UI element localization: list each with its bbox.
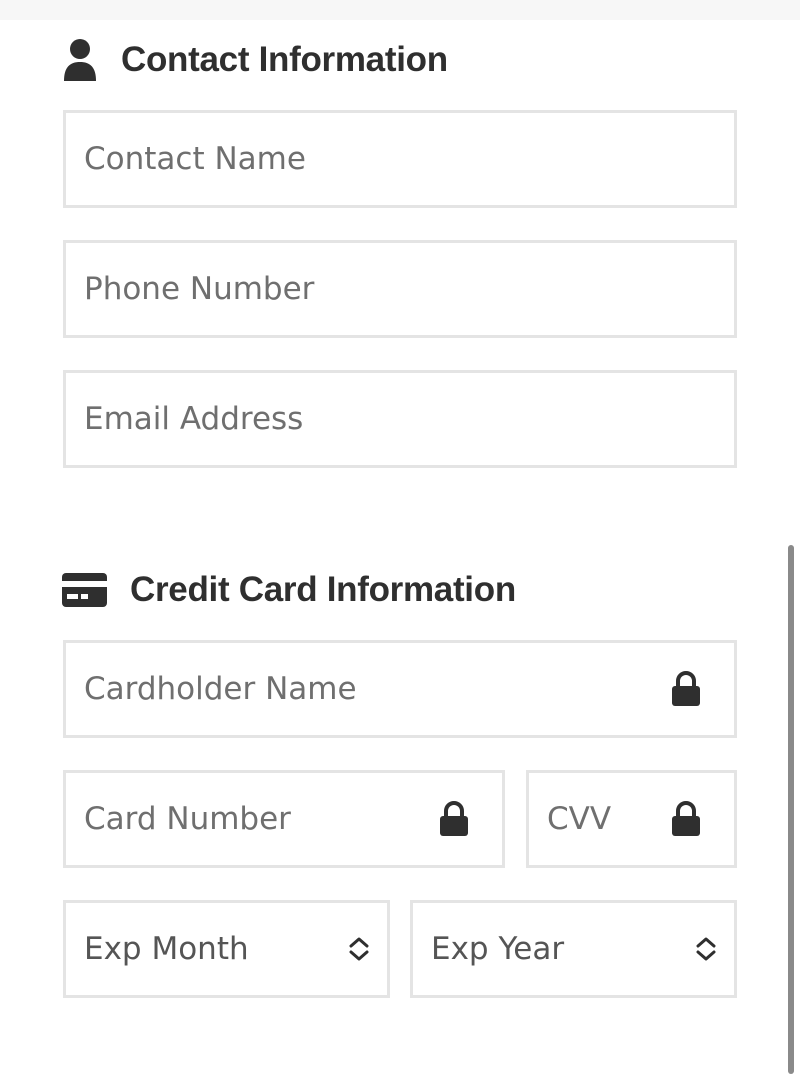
credit-card-icon [62,573,107,607]
cardholder-name-field[interactable] [63,640,737,738]
lock-icon [437,799,471,839]
cvv-input[interactable] [529,773,734,865]
top-strip [0,0,800,20]
card-section-title: Credit Card Information [130,570,516,609]
card-number-field[interactable] [63,770,505,868]
card-section-header: Credit Card Information [62,566,516,614]
contact-section-title: Contact Information [121,40,448,79]
user-icon [62,39,98,81]
lock-icon [669,799,703,839]
contact-section-header: Contact Information [62,36,448,84]
contact-name-field[interactable] [63,110,737,208]
exp-year-select[interactable]: Exp Year [410,900,737,998]
phone-number-input[interactable] [66,243,734,335]
email-address-field[interactable] [63,370,737,468]
phone-number-field[interactable] [63,240,737,338]
lock-icon [669,669,703,709]
chevron-up-down-icon [346,933,372,965]
exp-month-select[interactable]: Exp Month [63,900,390,998]
chevron-up-down-icon [693,933,719,965]
contact-name-input[interactable] [66,113,734,205]
exp-month-label: Exp Month [84,931,249,967]
scrollbar[interactable] [788,545,794,1074]
email-address-input[interactable] [66,373,734,465]
cardholder-name-input[interactable] [66,643,734,735]
cvv-field[interactable] [526,770,737,868]
exp-year-label: Exp Year [431,931,565,967]
